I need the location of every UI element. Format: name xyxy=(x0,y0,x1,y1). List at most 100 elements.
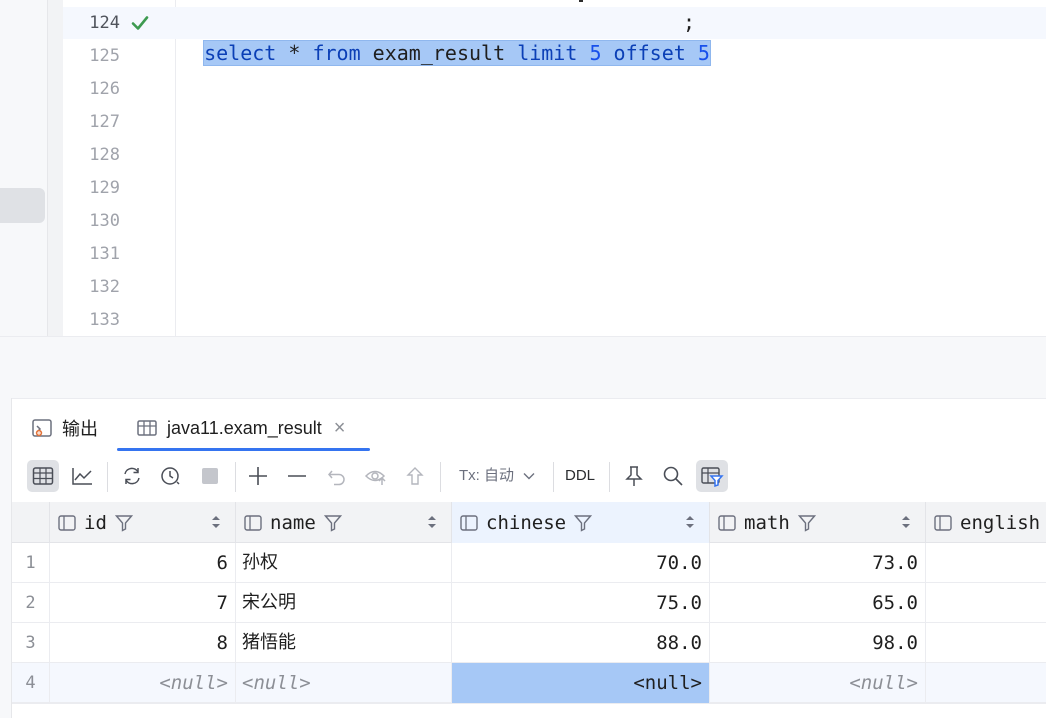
grid-empty-area xyxy=(12,703,1046,718)
filter-icon[interactable] xyxy=(323,514,342,532)
column-header-chinese[interactable]: chinese xyxy=(452,502,710,543)
column-name: name xyxy=(270,511,316,534)
sort-icon[interactable] xyxy=(685,515,695,529)
refresh-button[interactable] xyxy=(116,460,148,492)
cell-math[interactable]: 98.0 xyxy=(710,623,926,663)
column-header-math[interactable]: math xyxy=(710,502,926,543)
submit-button[interactable] xyxy=(399,460,431,492)
editor-left-border xyxy=(47,0,63,336)
filter-table-icon xyxy=(701,467,724,487)
line-number: 127 xyxy=(89,112,120,132)
toolbar-separator xyxy=(609,462,610,492)
tool-window-left-edge xyxy=(0,398,12,718)
pin-tab-button[interactable] xyxy=(618,460,650,492)
cell-math[interactable]: 73.0 xyxy=(710,543,926,583)
add-row-button[interactable] xyxy=(242,460,274,492)
ddl-button[interactable]: DDL xyxy=(565,460,595,492)
row-number-header xyxy=(12,502,50,543)
search-button[interactable] xyxy=(657,460,689,492)
cell-math[interactable]: <null> xyxy=(710,663,926,703)
cell-id[interactable]: 6 xyxy=(50,543,236,583)
column-header-id[interactable]: id xyxy=(50,502,236,543)
line-number: 128 xyxy=(89,145,120,165)
cell-name[interactable]: 孙权 xyxy=(236,543,452,583)
sql-statement[interactable]: select * from exam_result limit 5 offset… xyxy=(179,7,711,66)
plus-icon xyxy=(249,467,267,485)
keyword-select: select xyxy=(204,41,277,65)
line-number: 124 xyxy=(89,13,120,33)
sort-icon[interactable] xyxy=(901,515,911,529)
filter-icon[interactable] xyxy=(574,514,593,532)
active-tab-indicator xyxy=(117,448,370,451)
cell-id[interactable]: 8 xyxy=(50,623,236,663)
undo-icon xyxy=(328,470,345,486)
arrow-up-icon xyxy=(406,467,424,485)
clock-icon xyxy=(161,467,180,485)
panel-splitter[interactable] xyxy=(0,336,1046,398)
grid-icon xyxy=(32,467,54,485)
cell-id[interactable]: 7 xyxy=(50,583,236,623)
tab-output[interactable]: 输出 xyxy=(31,406,98,450)
revert-button[interactable] xyxy=(321,460,353,492)
row-number[interactable]: 4 xyxy=(12,663,50,703)
cell-name[interactable]: <null> xyxy=(236,663,452,703)
filter-icon[interactable] xyxy=(797,514,816,532)
chart-icon xyxy=(72,468,92,485)
filter-toggle-button[interactable] xyxy=(696,460,728,492)
code-selection[interactable]: select * from exam_result limit 5 offset… xyxy=(203,40,711,66)
line-number: 133 xyxy=(89,310,120,330)
line-number: 132 xyxy=(89,277,120,297)
table-view-button[interactable] xyxy=(27,460,59,492)
close-icon[interactable]: × xyxy=(334,417,346,440)
output-icon xyxy=(32,419,52,437)
cell-math[interactable]: 65.0 xyxy=(710,583,926,623)
cell-chinese[interactable]: 70.0 xyxy=(452,543,710,583)
tab-exam-result[interactable]: java11.exam_result × xyxy=(136,406,345,450)
cell-chinese[interactable]: 88.0 xyxy=(452,623,710,663)
transaction-mode-dropdown[interactable]: Tx: 自动 xyxy=(459,460,535,492)
column-name: english xyxy=(960,511,1041,534)
keyword-limit: limit xyxy=(517,41,578,65)
cell-id[interactable]: <null> xyxy=(50,663,236,703)
sort-icon[interactable] xyxy=(427,515,437,529)
left-panel-selected-item[interactable] xyxy=(0,188,45,223)
delete-row-button[interactable] xyxy=(281,460,313,492)
column-icon xyxy=(718,514,736,531)
keyword-offset: offset xyxy=(613,41,686,65)
line-number: 129 xyxy=(89,178,120,198)
code-semicolon: ; xyxy=(683,10,696,34)
column-header-name[interactable]: name xyxy=(236,502,452,543)
search-icon xyxy=(663,466,683,486)
preview-button[interactable] xyxy=(360,460,392,492)
row-number[interactable]: 3 xyxy=(12,623,50,663)
code-limit-value: 5 xyxy=(577,41,614,65)
tab-exam-result-label: java11.exam_result xyxy=(167,417,322,438)
column-header-english[interactable]: english xyxy=(926,502,1046,543)
tab-output-label: 输出 xyxy=(62,419,98,439)
chevron-down-icon xyxy=(523,473,535,480)
check-icon[interactable] xyxy=(130,13,150,33)
cell-name[interactable]: 猪悟能 xyxy=(236,623,452,663)
transaction-mode-label: Tx: 自动 xyxy=(459,467,514,484)
sort-icon[interactable] xyxy=(211,515,221,529)
toolbar-separator xyxy=(440,462,441,492)
filter-icon[interactable] xyxy=(114,514,133,532)
column-name: chinese xyxy=(486,511,567,534)
code-offset-value: 5 xyxy=(685,41,710,65)
column-icon xyxy=(934,514,952,531)
row-number[interactable]: 1 xyxy=(12,543,50,583)
cell-chinese[interactable]: 75.0 xyxy=(452,583,710,623)
column-name: id xyxy=(84,511,107,534)
row-number[interactable]: 2 xyxy=(12,583,50,623)
code-table-name: exam_result xyxy=(360,41,518,65)
toolbar-separator xyxy=(235,462,236,492)
refresh-icon xyxy=(124,467,140,485)
chart-view-button[interactable] xyxy=(66,460,98,492)
cell-name[interactable]: 宋公明 xyxy=(236,583,452,623)
eye-upload-icon xyxy=(364,470,386,485)
column-icon xyxy=(244,514,262,531)
cell-chinese-selected[interactable]: <null> xyxy=(452,663,710,703)
history-button[interactable] xyxy=(155,460,187,492)
keyword-from: from xyxy=(312,41,361,65)
stop-button[interactable] xyxy=(194,460,226,492)
